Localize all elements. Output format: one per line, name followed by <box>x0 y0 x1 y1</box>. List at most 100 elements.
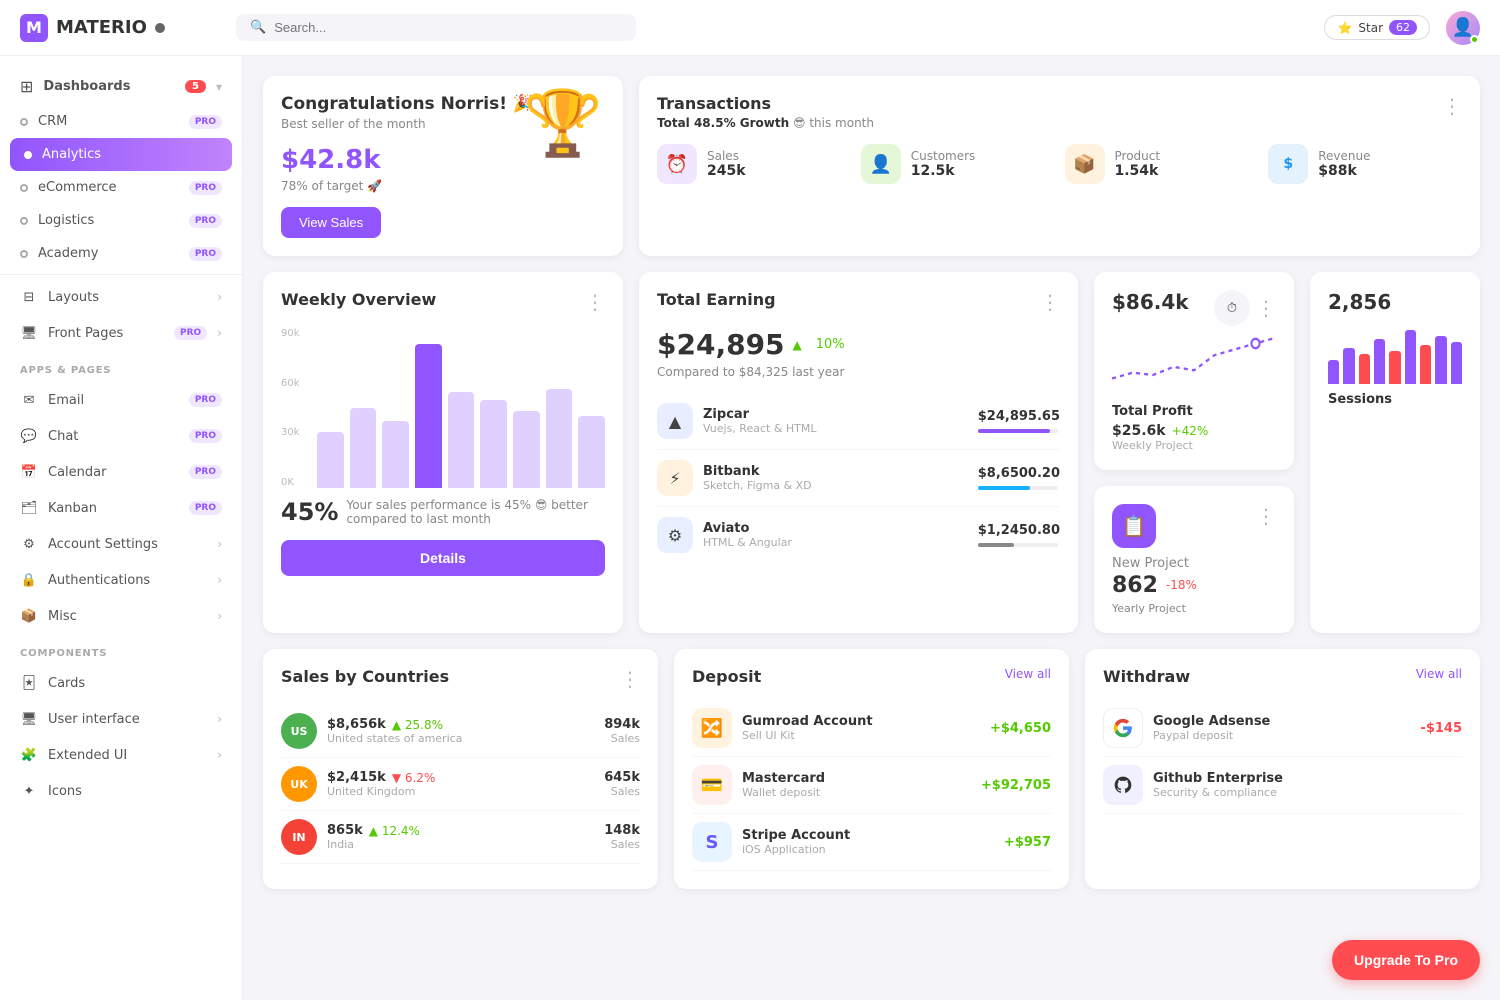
sidebar-item-ecommerce[interactable]: eCommerce PRO <box>0 171 242 204</box>
y-label: 90k <box>281 328 300 339</box>
sidebar-item-layouts[interactable]: ⊟ Layouts › <box>0 279 242 315</box>
sales-val: 645k <box>604 770 640 785</box>
sidebar-item-extended-ui[interactable]: 🧩 Extended UI › <box>0 737 242 773</box>
search-input[interactable] <box>274 20 622 35</box>
sales-menu-icon[interactable]: ⋮ <box>620 667 640 691</box>
app-layout: ⊞ Dashboards 5 ▾ CRM PRO Analytics eComm… <box>0 56 1500 1000</box>
sidebar-dot-icon <box>20 250 28 258</box>
profit-sub-row: $25.6k +42% <box>1112 423 1276 439</box>
earning-pct: 10% <box>816 337 845 352</box>
txn-label: Revenue <box>1318 149 1370 163</box>
session-bar <box>1389 351 1400 384</box>
sidebar-item-academy[interactable]: Academy PRO <box>0 237 242 270</box>
deposit-card: Deposit View all 🔀 Gumroad Account Sell … <box>674 649 1069 889</box>
stripe-sub: iOS Application <box>742 843 850 856</box>
sidebar-item-label: Cards <box>48 676 222 691</box>
country-row-us: US $8,656k ▲ 25.8% United states of amer… <box>281 705 640 758</box>
upgrade-to-pro-button[interactable]: Upgrade To Pro <box>1332 940 1480 980</box>
sidebar-item-front-pages[interactable]: 🖥 Front Pages PRO › <box>0 315 242 351</box>
sidebar-section-components: COMPONENTS <box>0 634 242 665</box>
bar <box>317 432 344 488</box>
sidebar-item-crm[interactable]: CRM PRO <box>0 105 242 138</box>
transactions-menu-icon[interactable]: ⋮ <box>1442 94 1462 118</box>
view-sales-button[interactable]: View Sales <box>281 207 381 238</box>
product-icon: 📦 <box>1065 144 1105 184</box>
row-3: Sales by Countries ⋮ US $8,656k ▲ 25.8% … <box>263 649 1480 889</box>
percentage: 45% <box>281 498 338 526</box>
session-bar <box>1435 336 1446 384</box>
mastercard-amount: +$92,705 <box>981 778 1051 793</box>
session-bar <box>1420 345 1431 384</box>
weekly-menu-icon[interactable]: ⋮ <box>585 290 605 314</box>
sidebar-item-chat[interactable]: 💬 Chat PRO <box>0 418 242 454</box>
extended-ui-icon: 🧩 <box>20 746 38 764</box>
country-pct: ▲ 25.8% <box>392 718 443 732</box>
sidebar-item-analytics[interactable]: Analytics <box>10 138 232 171</box>
weekly-header: Weekly Overview ⋮ <box>281 290 605 314</box>
deposit-view-all[interactable]: View all <box>1005 667 1051 681</box>
sidebar-item-cards[interactable]: 🃏 Cards <box>0 665 242 701</box>
sales-lbl: Sales <box>604 785 640 798</box>
star-icon: ⭐ <box>1337 21 1352 35</box>
txn-sales: ⏰ Sales 245k <box>657 144 851 184</box>
search-icon: 🔍 <box>250 20 266 35</box>
sidebar-item-dashboards[interactable]: ⊞ Dashboards 5 ▾ <box>0 68 242 105</box>
profit-pct: +42% <box>1172 424 1209 438</box>
topbar-right: ⭐ Star 62 👤 <box>1324 11 1480 45</box>
chart-bars <box>317 328 605 488</box>
sidebar-item-authentications[interactable]: 🔒 Authentications › <box>0 562 242 598</box>
live-dot-icon <box>155 23 165 33</box>
sidebar-section-apps: APPS & PAGES <box>0 351 242 382</box>
earning-menu-icon[interactable]: ⋮ <box>1040 290 1060 314</box>
zipcar-amount-area: $24,895.65 <box>978 409 1060 433</box>
sidebar-item-calendar[interactable]: 📅 Calendar PRO <box>0 454 242 490</box>
sidebar-item-label: CRM <box>38 114 179 129</box>
earning-up-arrow-icon: ▲ <box>793 338 802 352</box>
bitbank-amount: $8,6500.20 <box>978 466 1060 481</box>
congrats-title: Congratulations Norris! 🎉 <box>281 94 534 114</box>
total-earning-card: Total Earning ⋮ $24,895 ▲ 10% Compared t… <box>639 272 1078 633</box>
sidebar-item-label: User interface <box>48 712 207 727</box>
details-button[interactable]: Details <box>281 540 605 576</box>
flag-in: IN <box>281 819 317 855</box>
txn-label: Product <box>1115 149 1161 163</box>
search-area[interactable]: 🔍 <box>236 14 636 41</box>
sales-val: 894k <box>604 717 640 732</box>
sidebar-item-user-interface[interactable]: 🖥 User interface › <box>0 701 242 737</box>
txn-value: 12.5k <box>911 163 976 179</box>
withdraw-view-all[interactable]: View all <box>1416 667 1462 681</box>
dashboard-chevron-icon: ▾ <box>216 80 222 94</box>
sidebar-item-icons[interactable]: ✦ Icons <box>0 773 242 809</box>
github-logo-icon <box>1113 775 1133 795</box>
np-header: 📋 ⋮ <box>1112 504 1276 548</box>
sales-icon: ⏰ <box>657 144 697 184</box>
sidebar-item-account-settings[interactable]: ⚙ Account Settings › <box>0 526 242 562</box>
sidebar-dot-icon <box>20 184 28 192</box>
aviato-tech: HTML & Angular <box>703 536 792 549</box>
country-amount-row: 865k ▲ 12.4% <box>327 823 594 838</box>
chevron-right-icon: › <box>217 573 222 587</box>
sidebar-item-kanban[interactable]: 🗂 Kanban PRO <box>0 490 242 526</box>
np-menu-icon[interactable]: ⋮ <box>1256 504 1276 548</box>
country-name-text: United Kingdom <box>327 785 594 798</box>
chart-y-labels: 90k 60k 30k 0K <box>281 328 300 488</box>
profit-menu-icon[interactable]: ⋮ <box>1256 296 1276 320</box>
star-button[interactable]: ⭐ Star 62 <box>1324 15 1430 40</box>
sales-title: Sales by Countries <box>281 667 449 686</box>
sidebar-item-label: Analytics <box>42 147 218 162</box>
google-icon <box>1103 708 1143 748</box>
avatar[interactable]: 👤 <box>1446 11 1480 45</box>
row-2: Weekly Overview ⋮ 90k 60k 30k 0K <box>263 272 1480 633</box>
github-icon <box>1103 765 1143 805</box>
sidebar-item-logistics[interactable]: Logistics PRO <box>0 204 242 237</box>
aviato-name: Aviato <box>703 521 792 536</box>
star-count: 62 <box>1389 20 1417 35</box>
sidebar-item-email[interactable]: ✉ Email PRO <box>0 382 242 418</box>
deposit-row-stripe: S Stripe Account iOS Application +$957 <box>692 814 1051 871</box>
session-bar <box>1374 339 1385 384</box>
sidebar-item-misc[interactable]: 📦 Misc › <box>0 598 242 634</box>
flag-uk: UK <box>281 766 317 802</box>
country-pct: ▼ 6.2% <box>392 771 436 785</box>
email-icon: ✉ <box>20 391 38 409</box>
transactions-grid: ⏰ Sales 245k 👤 Customers 12.5k <box>657 144 1462 184</box>
